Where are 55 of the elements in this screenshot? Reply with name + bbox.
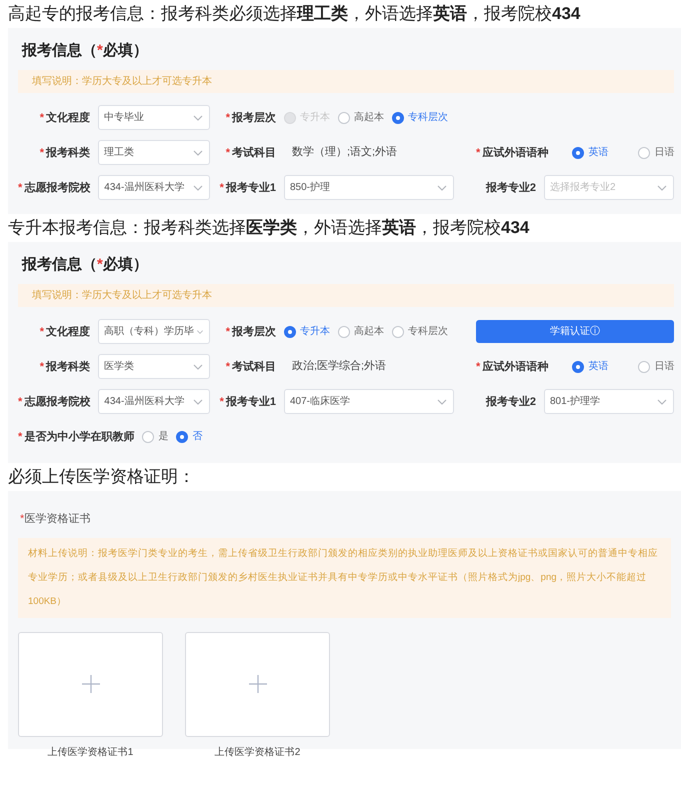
radio-label: 高起本 (354, 110, 384, 125)
field-value: 政治;医学综合;外语 (292, 358, 386, 374)
select-field[interactable]: 850-护理 (284, 175, 454, 200)
notice-bar: 填写说明：学历大专及以上才可选专升本 (18, 70, 674, 93)
field-label: * 文化程度 (38, 324, 90, 338)
select-field[interactable]: 434-温州医科大学 (98, 175, 210, 200)
radio-label: 否 (192, 430, 202, 444)
field-label: * 报考专业1 (218, 180, 276, 194)
field-label: * 报考专业1 (218, 394, 276, 408)
radio-label: 是 (158, 430, 168, 444)
section-heading: 必须上传医学资格证明： (8, 466, 196, 488)
field-label: 报考专业2 (484, 394, 536, 408)
radio-label: 高起本 (354, 324, 384, 339)
select-field[interactable]: 801-护理学 (544, 389, 674, 414)
field-label: * 报考科类 (38, 146, 90, 160)
field-label: * 志愿报考院校 (18, 180, 90, 194)
field-value: 数学（理）;语文;外语 (292, 144, 398, 160)
field-label: * 报考层次 (224, 110, 276, 124)
field-label: * 志愿报考院校 (18, 394, 90, 408)
plus-icon (82, 675, 100, 693)
field-label: * 文化程度 (38, 110, 90, 124)
upload-caption: 上传医学资格证书1 (48, 746, 134, 760)
form-title: 报考信息（*必填） (22, 41, 149, 61)
field-label: * 是否为中小学在职教师 (18, 430, 134, 444)
upload-box[interactable] (18, 632, 163, 736)
radio-label: 专科层次 (408, 110, 448, 125)
select-field[interactable]: 理工类 (98, 140, 210, 165)
field-label: * 考试科目 (224, 360, 276, 374)
radio-label: 日语 (654, 146, 674, 160)
plus-icon (248, 675, 266, 693)
verify-button[interactable]: 学籍认证ⓘ (476, 320, 674, 343)
upload-caption: 上传医学资格证书2 (214, 746, 300, 760)
field-label: * 应试外语语种 (476, 146, 548, 160)
upload-box[interactable] (185, 632, 330, 736)
select-field[interactable]: 407-临床医学 (284, 389, 454, 414)
field-label: 报考专业2 (484, 180, 536, 194)
field-label: * 应试外语语种 (476, 360, 548, 374)
radio-label: 英语 (588, 146, 608, 160)
select-field[interactable]: 434-温州医科大学 (98, 389, 210, 414)
field-label: *医学资格证书 (20, 512, 92, 527)
field-label: * 报考层次 (224, 324, 276, 338)
notice-bar: 填写说明：学历大专及以上才可选专升本 (18, 284, 674, 307)
radio-label: 专升本 (300, 324, 330, 339)
select-field[interactable]: 中专毕业 (98, 105, 210, 130)
notice-box: 材料上传说明：报考医学门类专业的考生，需上传省级卫生行政部门颁发的相应类别的执业助理医师及以上资格证书或国家认可的普通中专相应专业学历；或者县级及以上卫生行政部门颁发的乡村医生执业证书并具有中专学历或中专水平证书（照片格式为jpg、png，照片大小不能超过100KB） (18, 538, 671, 618)
select-field[interactable]: 高职（专科）学历毕 (98, 319, 210, 344)
select-field[interactable]: 医学类 (98, 354, 210, 379)
field-label: * 报考科类 (38, 360, 90, 374)
section-heading: 高起专的报考信息：报考科类必须选择理工类，外语选择英语，报考院校434 (8, 3, 582, 25)
radio-label: 日语 (654, 360, 674, 374)
radio-label: 专科层次 (408, 324, 448, 339)
radio-label: 英语 (588, 360, 608, 374)
section-heading: 专升本报考信息：报考科类选择医学类，外语选择英语，报考院校434 (8, 217, 530, 239)
field-label: * 考试科目 (224, 146, 276, 160)
form-title: 报考信息（*必填） (22, 255, 149, 275)
